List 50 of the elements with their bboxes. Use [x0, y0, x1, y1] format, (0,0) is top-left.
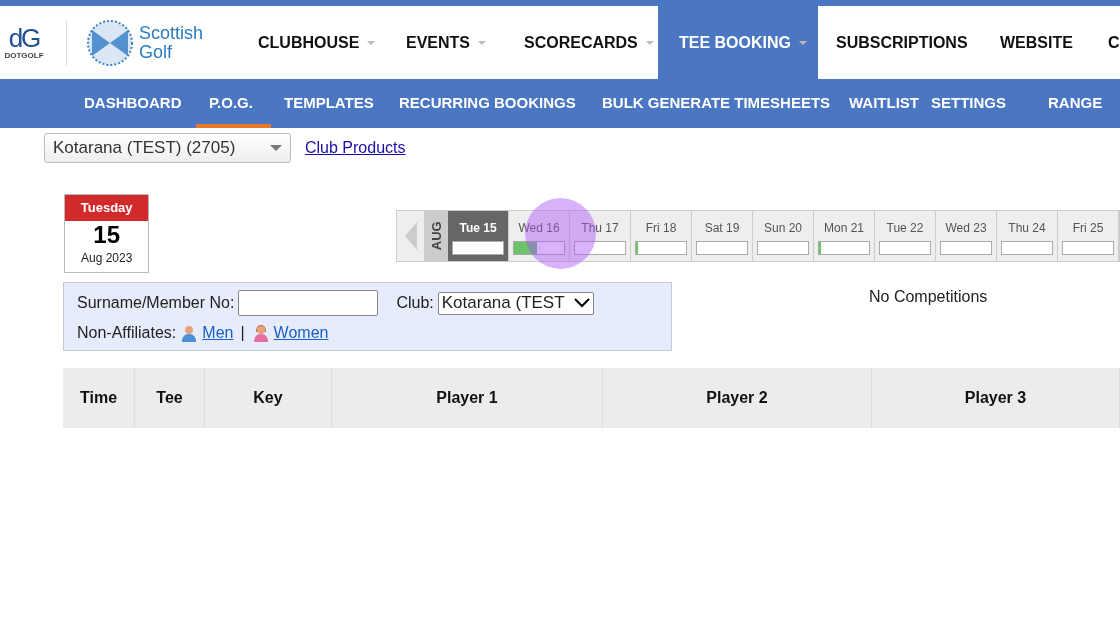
main-nav-item[interactable]: TEE BOOKING — [658, 6, 818, 79]
month-label: AUG — [424, 211, 448, 261]
day-tab[interactable]: Fri 18 — [631, 211, 692, 261]
date-month-year: Aug 2023 — [80, 250, 134, 267]
women-link[interactable]: Women — [273, 321, 329, 345]
non-affiliates-label: Non-Affiliates: — [77, 323, 177, 343]
competitions-status: No Competitions — [869, 287, 988, 307]
column-header: Tee — [135, 368, 205, 428]
day-tab[interactable]: Tue 22 — [875, 211, 936, 261]
column-header: Key — [205, 368, 332, 428]
man-icon — [180, 324, 199, 342]
caret-icon — [799, 40, 807, 45]
day-tab[interactable]: Sat 19 — [692, 211, 753, 261]
club-products-link[interactable]: Club Products — [305, 136, 406, 160]
day-tab[interactable]: Wed 23 — [936, 211, 997, 261]
partner-logo-text: Scottish Golf — [139, 23, 205, 62]
date-day: 15 — [65, 221, 149, 249]
separator: | — [240, 323, 245, 343]
sub-nav-tab[interactable]: RECURRING BOOKINGS — [386, 79, 589, 128]
woman-icon — [251, 324, 270, 342]
day-tab[interactable]: Mon 21 — [814, 211, 875, 261]
sub-nav-tab[interactable]: WAITLIST — [836, 79, 918, 128]
caret-icon — [367, 40, 376, 45]
date-weekday: Tuesday — [65, 195, 149, 221]
club-label: Club: — [396, 293, 434, 313]
logo-mark: dG — [8, 24, 40, 51]
day-tab[interactable]: Fri 25 — [1058, 211, 1119, 261]
sub-nav-tab[interactable]: SETTINGS — [918, 79, 1035, 128]
logo-text: DOTGOLF — [4, 50, 44, 61]
caret-icon — [478, 40, 486, 45]
golf-ball-icon — [87, 19, 133, 66]
men-link[interactable]: Men — [202, 321, 234, 345]
sub-nav-tab[interactable]: TEMPLATES — [271, 79, 386, 128]
column-header: Time — [63, 368, 135, 428]
surname-input-field[interactable] — [238, 290, 379, 316]
day-tab[interactable]: Thu 24 — [997, 211, 1058, 261]
surname-label: Surname/Member No: — [77, 293, 235, 313]
sub-nav-tab[interactable]: BULK GENERATE TIMESHEETS — [589, 79, 836, 128]
sub-nav-tab[interactable]: DASHBOARD — [71, 79, 196, 128]
column-header: Player 3 — [872, 368, 1120, 428]
sub-nav-tab[interactable]: RANGE — [1035, 79, 1120, 128]
caret-icon — [645, 40, 654, 45]
day-tab[interactable]: Tue 15 — [448, 211, 509, 261]
chevron-down-icon — [573, 298, 590, 308]
club-select[interactable]: Kotarana (TEST) (2705) — [44, 133, 291, 163]
column-header: Player 1 — [332, 368, 603, 428]
club-dropdown[interactable]: Kotarana (TEST — [437, 291, 594, 315]
column-header: Player 2 — [603, 368, 872, 428]
sub-nav-tab[interactable]: P.O.G. — [196, 79, 271, 128]
day-tab[interactable]: Sun 20 — [753, 211, 814, 261]
